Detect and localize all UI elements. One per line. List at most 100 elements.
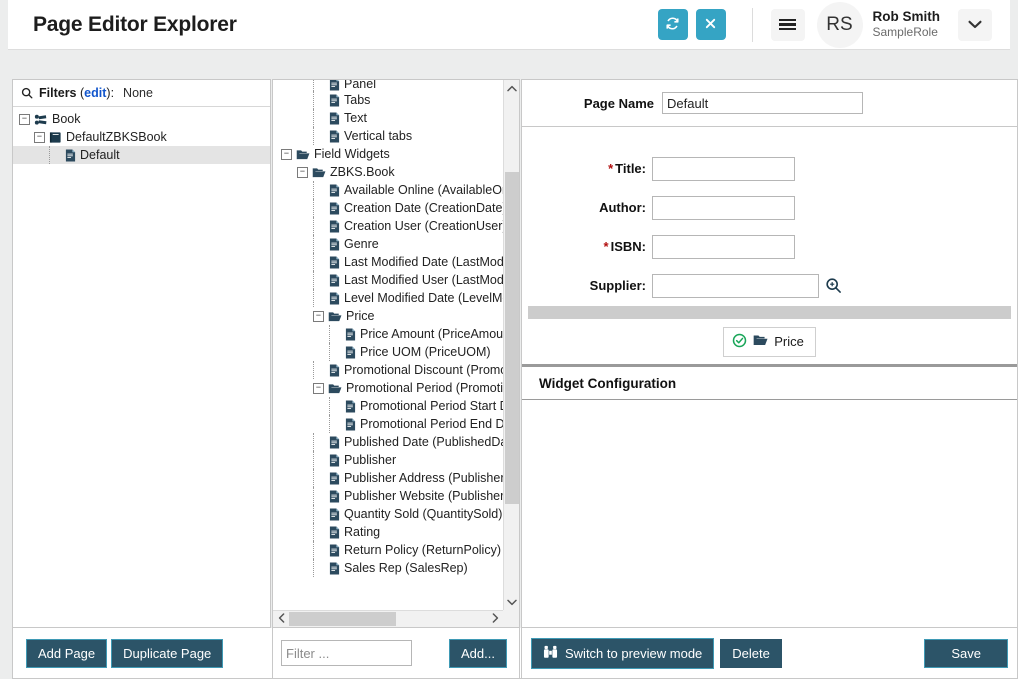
page-icon (329, 562, 340, 575)
widget-tree-item[interactable]: Available Online (AvailableOnlin (273, 181, 503, 199)
widget-tree-item[interactable]: Creation Date (CreationDate) (273, 199, 503, 217)
field-input-isbn[interactable] (652, 234, 795, 259)
widget-tree-item[interactable]: − Promotional Period (Promotion (273, 379, 503, 397)
widget-tree-item[interactable]: Rating (273, 523, 503, 541)
tree-guide-line (313, 127, 314, 145)
widget-tree-item[interactable]: − Field Widgets (273, 145, 503, 163)
tree-item[interactable]: − DefaultZBKSBook (13, 128, 270, 146)
scroll-down-icon[interactable] (504, 594, 519, 610)
widget-tree-item[interactable]: Price UOM (PriceUOM) (273, 343, 503, 361)
widget-tree-item[interactable]: Vertical tabs (273, 127, 503, 145)
horizontal-scroll-thumb[interactable] (289, 612, 396, 626)
widget-tree-item[interactable]: Panel (273, 80, 503, 91)
widget-tree-item[interactable]: Text (273, 109, 503, 127)
widget-tree-item-label: Return Policy (ReturnPolicy) (344, 543, 501, 557)
tree-guide-line (313, 289, 314, 307)
tree-guide-line (329, 397, 330, 415)
tree-item[interactable]: Default (13, 146, 270, 164)
widget-tree-item-label: Publisher (344, 453, 397, 467)
duplicate-page-button[interactable]: Duplicate Page (111, 638, 224, 668)
widget-tree-item[interactable]: Publisher Website (PublisherWe (273, 487, 503, 505)
widget-tree-item[interactable]: Genre (273, 235, 503, 253)
save-button[interactable]: Save (924, 638, 1008, 668)
user-menu-button[interactable] (958, 8, 992, 41)
widget-configuration-title: Widget Configuration (522, 367, 1017, 400)
tree-toggle-collapse-icon[interactable]: − (19, 113, 30, 125)
vertical-scroll-thumb[interactable] (505, 172, 519, 504)
widget-tree-item[interactable]: Last Modified User (LastModifi (273, 271, 503, 289)
field-input-supplier[interactable] (652, 273, 819, 298)
widget-tree-item[interactable]: Price Amount (PriceAmount (273, 325, 503, 343)
page-icon (329, 292, 340, 305)
required-marker: * (608, 161, 614, 176)
widget-tree-item[interactable]: Creation User (CreationUser) (273, 217, 503, 235)
filters-value: None (123, 86, 153, 100)
widget-tree-item[interactable]: Promotional Discount (Promoti (273, 361, 503, 379)
widget-tree-item[interactable]: Promotional Period Start Da (273, 397, 503, 415)
menu-button[interactable] (770, 8, 805, 41)
field-label-text: Title: (615, 161, 646, 176)
widget-tree-item[interactable]: Tabs (273, 91, 503, 109)
delete-button[interactable]: Delete (720, 638, 782, 668)
chevron-down-icon (968, 17, 982, 32)
avatar: RS (816, 1, 863, 48)
widget-tree-item-label: Promotional Period End Dat (360, 417, 503, 431)
field-input-author[interactable] (652, 195, 795, 220)
widget-tree-vertical-scrollbar[interactable] (503, 80, 519, 610)
widget-tree-item-label: Last Modified User (LastModifi (344, 273, 503, 287)
scroll-right-icon[interactable] (487, 612, 503, 626)
page-icon (329, 112, 340, 125)
widget-chip-price[interactable]: Price (723, 326, 816, 357)
book-icon (49, 131, 62, 144)
widget-tree-item-label: Rating (344, 525, 381, 539)
page-icon (345, 400, 356, 413)
check-circle-icon (732, 333, 747, 351)
form-row: * ISBN: (522, 227, 1017, 266)
tree-guide-line (313, 523, 314, 541)
lookup-search-icon[interactable] (825, 277, 842, 294)
tree-guide-line (313, 109, 314, 127)
widget-tree-item[interactable]: Publisher (273, 451, 503, 469)
refresh-button[interactable] (657, 9, 688, 40)
switch-to-preview-mode-button[interactable]: Switch to preview mode (531, 637, 715, 669)
widget-tree-horizontal-scrollbar[interactable] (273, 610, 503, 627)
widget-tree-item[interactable]: − ZBKS.Book (273, 163, 503, 181)
widget-tree-item-label: Published Date (PublishedDate (344, 435, 503, 449)
widget-tree-item[interactable]: − Price (273, 307, 503, 325)
field-label: Supplier: (522, 278, 652, 293)
field-input-title[interactable] (652, 156, 795, 181)
close-button[interactable] (695, 9, 726, 40)
widget-tree-item[interactable]: Last Modified Date (LastModifi (273, 253, 503, 271)
widget-tree-item[interactable]: Return Policy (ReturnPolicy) (273, 541, 503, 559)
form-row: * Title: (522, 149, 1017, 188)
widget-tree-item[interactable]: Sales Rep (SalesRep) (273, 559, 503, 577)
user-name: Rob Smith (872, 8, 941, 24)
tree-toggle-collapse-icon[interactable]: − (281, 148, 292, 160)
tree-toggle-collapse-icon[interactable]: − (297, 166, 308, 178)
widget-tree-item-label: Tabs (344, 93, 371, 107)
widget-tree-item[interactable]: Quantity Sold (QuantitySold) (273, 505, 503, 523)
scroll-left-icon[interactable] (273, 612, 289, 626)
widget-tree-item[interactable]: Level Modified Date (LevelMod (273, 289, 503, 307)
widget-tree-item-label: Sales Rep (SalesRep) (344, 561, 468, 575)
tree-item[interactable]: − Book (13, 110, 270, 128)
widget-tree-item[interactable]: Publisher Address (PublisherAd (273, 469, 503, 487)
tree-toggle-collapse-icon[interactable]: − (34, 131, 45, 143)
widget-tree-item[interactable]: Published Date (PublishedDate (273, 433, 503, 451)
search-icon (21, 87, 33, 99)
widget-filter-input[interactable] (281, 640, 412, 666)
tree-toggle-collapse-icon[interactable]: − (313, 310, 324, 322)
scroll-up-icon[interactable] (504, 80, 519, 96)
widget-tree-item[interactable]: Promotional Period End Dat (273, 415, 503, 433)
form-row: Supplier: (522, 266, 1017, 305)
page-icon (329, 544, 340, 557)
add-page-button[interactable]: Add Page (26, 638, 108, 668)
tree-toggle-collapse-icon[interactable]: − (313, 382, 324, 394)
widget-tree-item-label: Promotional Discount (Promoti (344, 363, 503, 377)
add-widget-button[interactable]: Add... (449, 638, 507, 668)
filters-edit-link[interactable]: edit (84, 86, 106, 100)
page-form: * Title: Author: * ISBN: Supplier: (522, 127, 1017, 305)
widget-tree-item-label: Price UOM (PriceUOM) (360, 345, 491, 359)
page-editor-panel: Page Name *Title:Author:*ISBN:Supplier: (521, 79, 1018, 628)
page-name-input[interactable] (662, 92, 863, 114)
